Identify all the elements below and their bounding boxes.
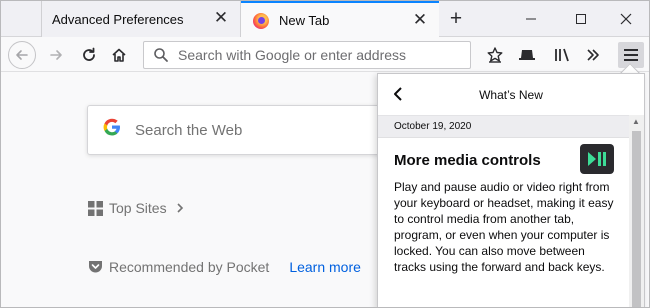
arrow-right-icon[interactable]	[43, 42, 69, 68]
news-description: Play and pause audio or video right from…	[394, 180, 614, 274]
chevron-double-icon[interactable]	[580, 42, 606, 68]
tab-label: New Tab	[279, 13, 330, 28]
panel-title: What’s New	[479, 87, 543, 102]
top-sites-label: Top Sites	[109, 200, 167, 216]
pocket-label: Recommended by Pocket	[109, 259, 270, 275]
chevron-right-icon	[176, 203, 184, 213]
browser-window: Advanced Preferences ✕ New Tab ✕ + Searc…	[0, 0, 650, 308]
window-close-icon[interactable]	[606, 1, 646, 37]
tab-new-tab[interactable]: New Tab ✕	[241, 1, 439, 38]
learn-more-link[interactable]: Learn more	[289, 259, 361, 275]
chevron-left-icon[interactable]	[388, 84, 408, 104]
news-date: October 19, 2020	[378, 116, 644, 138]
news-date-text: October 19, 2020	[394, 121, 472, 132]
reload-icon[interactable]	[76, 42, 102, 68]
tab-advanced-preferences[interactable]: Advanced Preferences ✕	[41, 1, 241, 37]
address-input[interactable]	[178, 47, 458, 63]
address-bar[interactable]	[143, 41, 471, 69]
navigation-toolbar	[1, 38, 649, 72]
minimize-icon[interactable]	[511, 1, 551, 37]
web-search-box[interactable]: Search the Web	[87, 105, 387, 155]
arrow-left-icon[interactable]	[8, 41, 36, 69]
star-icon[interactable]	[482, 42, 508, 68]
whats-new-panel: What’s New October 19, 2020 More media c…	[377, 73, 645, 307]
scroll-up-icon[interactable]: ▲	[632, 117, 640, 126]
maximize-icon[interactable]	[561, 1, 601, 37]
home-icon[interactable]	[106, 42, 132, 68]
close-icon[interactable]: ✕	[411, 10, 429, 29]
pocket-section-heading: Recommended by Pocket Learn more	[88, 259, 361, 275]
google-icon	[103, 118, 121, 142]
tab-strip: Advanced Preferences ✕ New Tab ✕ +	[1, 1, 649, 38]
reader-icon[interactable]	[514, 42, 540, 68]
top-sites-heading[interactable]: Top Sites	[88, 200, 184, 216]
library-icon[interactable]	[549, 42, 575, 68]
close-icon[interactable]: ✕	[212, 8, 230, 27]
panel-header: What’s New	[378, 74, 644, 116]
news-item[interactable]: More media controls Play and pause audio…	[378, 138, 644, 275]
pocket-icon	[88, 260, 103, 274]
search-placeholder: Search the Web	[135, 121, 243, 139]
scrollbar-thumb[interactable]	[632, 131, 641, 307]
firefox-icon	[253, 12, 269, 29]
play-pause-icon	[580, 144, 614, 174]
tab-label: Advanced Preferences	[52, 11, 184, 27]
search-icon	[153, 47, 169, 63]
grid-icon	[88, 200, 103, 216]
plus-icon[interactable]: +	[444, 7, 468, 31]
